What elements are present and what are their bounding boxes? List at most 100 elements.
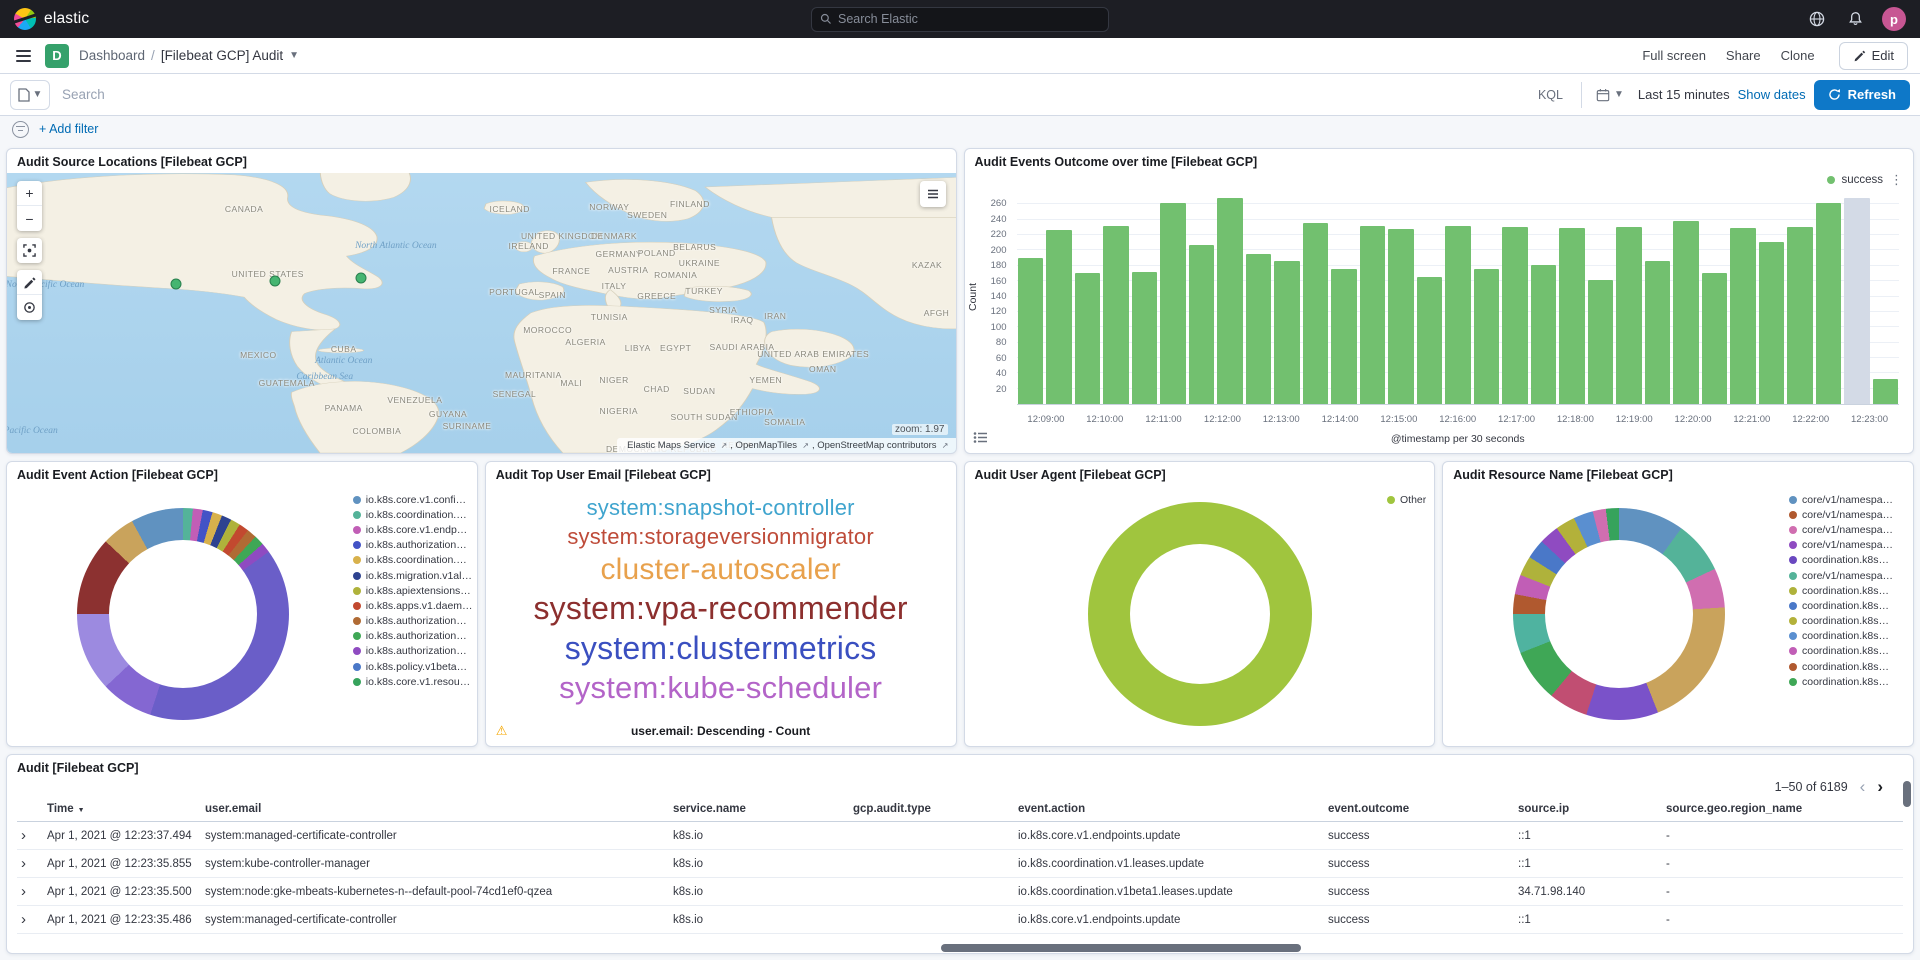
event-action-donut-chart[interactable]: [77, 508, 289, 720]
legend-item[interactable]: io.k8s.apiextensions…: [353, 583, 473, 598]
legend-item[interactable]: core/v1/namespa…: [1789, 507, 1909, 522]
add-filter-link[interactable]: + Add filter: [39, 122, 98, 136]
world-map[interactable]: CANADAUNITED STATESMEXICOCUBAGUATEMALAPA…: [7, 173, 956, 453]
histogram-bar[interactable]: [1873, 379, 1899, 404]
zoom-out-button[interactable]: −: [17, 206, 42, 231]
histogram-bar[interactable]: [1787, 227, 1813, 404]
legend-item[interactable]: core/v1/namespa…: [1789, 568, 1909, 583]
global-search[interactable]: [811, 7, 1109, 32]
legend-item[interactable]: io.k8s.core.v1.confi…: [353, 492, 473, 507]
histogram-bar[interactable]: [1132, 272, 1158, 404]
next-page-button[interactable]: ›: [1877, 778, 1883, 795]
legend-item[interactable]: coordination.k8s…: [1789, 644, 1909, 659]
histogram-bar[interactable]: [1274, 261, 1300, 404]
histogram-plot[interactable]: [1017, 189, 1900, 405]
column-header-user.email[interactable]: user.email: [205, 803, 673, 815]
histogram-bar[interactable]: [1075, 273, 1101, 404]
clone-button[interactable]: Clone: [1781, 48, 1815, 63]
legend-item[interactable]: coordination.k8s…: [1789, 583, 1909, 598]
histogram-bar[interactable]: [1046, 230, 1072, 404]
tag-cloud-term[interactable]: system:kube-scheduler: [559, 670, 882, 706]
map-document-marker[interactable]: [170, 278, 181, 289]
chevron-down-icon[interactable]: ▼: [289, 50, 299, 61]
legend-item[interactable]: coordination.k8s…: [1789, 629, 1909, 644]
legend-item[interactable]: io.k8s.migration.v1al…: [353, 568, 473, 583]
query-search-input[interactable]: [58, 87, 1530, 102]
histogram-bar[interactable]: [1759, 242, 1785, 404]
tag-cloud-term[interactable]: cluster-autoscaler: [600, 553, 840, 587]
legend-item[interactable]: coordination.k8s…: [1789, 553, 1909, 568]
histogram-bar[interactable]: [1531, 265, 1557, 404]
histogram-bar[interactable]: [1160, 203, 1186, 404]
column-header-source.ip[interactable]: source.ip: [1518, 803, 1666, 815]
legend-item[interactable]: io.k8s.authorization…: [353, 629, 473, 644]
histogram-bar[interactable]: [1645, 261, 1671, 404]
saved-query-menu-button[interactable]: ▼: [10, 80, 50, 110]
legend-item[interactable]: io.k8s.coordination.…: [353, 553, 473, 568]
tag-cloud-term[interactable]: system:clustermetrics: [565, 630, 877, 667]
histogram-bar[interactable]: [1331, 269, 1357, 404]
previous-page-button[interactable]: ‹: [1860, 778, 1866, 795]
histogram-bar[interactable]: [1844, 198, 1870, 404]
full-screen-button[interactable]: Full screen: [1642, 48, 1706, 63]
expand-row-button[interactable]: ›: [17, 856, 47, 871]
legend-item[interactable]: coordination.k8s…: [1789, 598, 1909, 613]
map-document-marker[interactable]: [270, 276, 281, 287]
legend-options-icon[interactable]: ⋮: [1890, 172, 1903, 188]
globe-icon[interactable]: [1806, 8, 1828, 30]
legend-item[interactable]: coordination.k8s…: [1789, 614, 1909, 629]
legend-item[interactable]: Other: [1387, 492, 1426, 507]
histogram-bar[interactable]: [1103, 226, 1129, 404]
expand-row-button[interactable]: ›: [17, 884, 47, 899]
global-search-input[interactable]: [838, 12, 1100, 26]
resource-name-donut-chart[interactable]: [1513, 508, 1725, 720]
elastic-logo-icon[interactable]: [14, 8, 36, 30]
legend-toggle-button[interactable]: [973, 431, 988, 447]
user-avatar[interactable]: p: [1882, 7, 1906, 31]
column-header-Time[interactable]: Time▼: [47, 803, 205, 815]
dashboard-app-badge[interactable]: D: [45, 44, 69, 68]
legend-item[interactable]: core/v1/namespa…: [1789, 538, 1909, 553]
histogram-bar[interactable]: [1189, 245, 1215, 404]
histogram-bar[interactable]: [1588, 280, 1614, 404]
horizontal-scrollbar[interactable]: [941, 944, 1301, 952]
attribution-link[interactable]: , OpenMapTiles: [730, 440, 797, 451]
legend-item[interactable]: coordination.k8s…: [1789, 659, 1909, 674]
histogram-bar[interactable]: [1730, 228, 1756, 404]
draw-bounds-filter-button[interactable]: [17, 270, 42, 295]
time-range-value[interactable]: Last 15 minutes: [1638, 87, 1730, 102]
fit-to-data-button[interactable]: [17, 238, 42, 263]
histogram-bar[interactable]: [1303, 223, 1329, 404]
vertical-scrollbar[interactable]: [1903, 781, 1911, 807]
draw-distance-filter-button[interactable]: [17, 295, 42, 320]
legend-item[interactable]: core/v1/namespa…: [1789, 522, 1909, 537]
legend-item[interactable]: io.k8s.authorization…: [353, 644, 473, 659]
legend-item[interactable]: io.k8s.core.v1.endp…: [353, 522, 473, 537]
share-button[interactable]: Share: [1726, 48, 1761, 63]
date-quick-select-button[interactable]: ▼: [1590, 88, 1630, 102]
map-document-marker[interactable]: [355, 272, 366, 283]
attribution-link[interactable]: Elastic Maps Service: [627, 440, 715, 451]
query-language-label[interactable]: KQL: [1538, 88, 1573, 102]
histogram-bar[interactable]: [1445, 226, 1471, 404]
column-header-source.geo.region_name[interactable]: source.geo.region_name: [1666, 803, 1903, 815]
column-header-service.name[interactable]: service.name: [673, 803, 853, 815]
histogram-bar[interactable]: [1360, 226, 1386, 404]
column-header-gcp.audit.type[interactable]: gcp.audit.type: [853, 803, 1018, 815]
histogram-bar[interactable]: [1702, 273, 1728, 404]
tag-cloud-term[interactable]: system:vpa-recommender: [533, 590, 907, 627]
column-header-event.action[interactable]: event.action: [1018, 803, 1328, 815]
histogram-bar[interactable]: [1246, 254, 1272, 405]
legend-item[interactable]: io.k8s.coordination.…: [353, 507, 473, 522]
legend-item[interactable]: core/v1/namespa…: [1789, 492, 1909, 507]
tag-cloud-term[interactable]: system:snapshot-controller: [587, 495, 855, 521]
histogram-bar[interactable]: [1673, 221, 1699, 404]
histogram-bar[interactable]: [1559, 228, 1585, 404]
histogram-bar[interactable]: [1502, 227, 1528, 404]
edit-button[interactable]: Edit: [1839, 42, 1908, 70]
histogram-bar[interactable]: [1388, 229, 1414, 404]
histogram-bar[interactable]: [1217, 198, 1243, 404]
expand-row-button[interactable]: ›: [17, 828, 47, 843]
tag-cloud-term[interactable]: system:storageversionmigrator: [567, 524, 874, 550]
legend-item[interactable]: io.k8s.core.v1.resou…: [353, 674, 473, 689]
